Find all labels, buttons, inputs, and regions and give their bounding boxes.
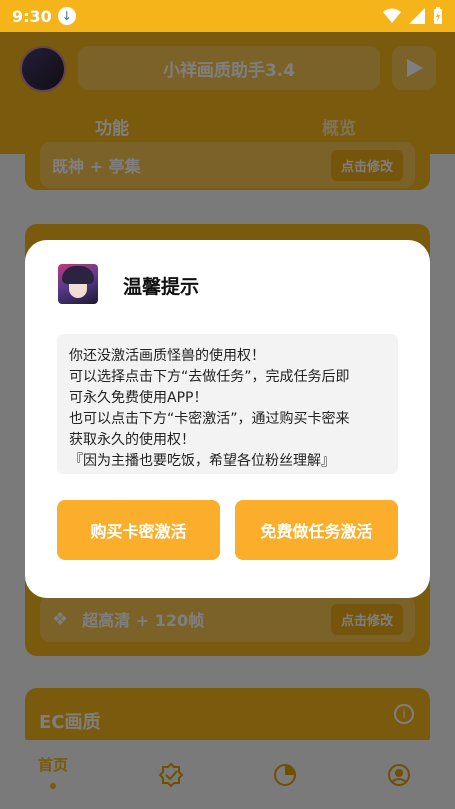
activation-dialog: 温馨提示 你还没激活画质怪兽的使用权！ 可以选择点击下方“去做任务”，完成任务后…: [25, 240, 430, 598]
wifi-icon: [383, 8, 401, 23]
dialog-message: 你还没激活画质怪兽的使用权！ 可以选择点击下方“去做任务”，完成任务后即 可永久…: [57, 334, 398, 474]
message-line: 『因为主播也要吃饭，希望各位粉丝理解』: [69, 453, 335, 469]
message-line: 获取永久的使用权！: [69, 432, 195, 448]
message-line: 你还没激活画质怪兽的使用权！: [69, 348, 265, 364]
status-bar: 9:30 ↓: [0, 0, 455, 32]
buy-card-activate-button[interactable]: 购买卡密激活: [57, 500, 220, 560]
status-time: 9:30: [12, 6, 52, 26]
app-avatar-icon: [58, 264, 98, 304]
download-icon: ↓: [57, 7, 76, 25]
message-line: 也可以点击下方“卡密激活”，通过购买卡密来: [69, 411, 350, 427]
message-line: 可永久免费使用APP！: [69, 390, 208, 406]
message-line: 可以选择点击下方“去做任务”，完成任务后即: [69, 369, 350, 385]
dialog-title: 温馨提示: [123, 276, 200, 298]
signal-icon: [409, 8, 425, 24]
free-task-activate-button[interactable]: 免费做任务激活: [235, 500, 398, 560]
battery-charging-icon: [434, 7, 442, 24]
status-icons: [383, 7, 443, 25]
